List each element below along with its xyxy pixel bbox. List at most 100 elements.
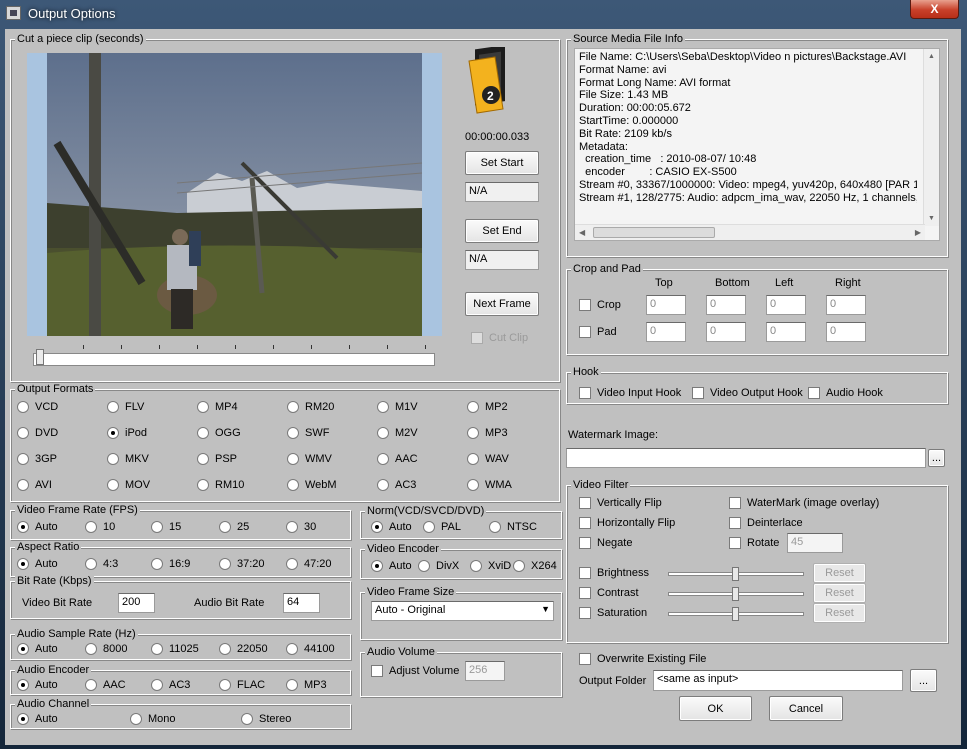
chevron-down-icon[interactable]: ▼ — [541, 604, 550, 614]
norm-radio-auto[interactable]: Auto — [371, 521, 412, 533]
format-radio-wav-dot[interactable] — [467, 453, 479, 465]
format-radio-3gp-dot[interactable] — [17, 453, 29, 465]
format-radio-dvd[interactable]: DVD — [17, 427, 58, 439]
filter-checkbox-vertically-flip-box[interactable] — [579, 497, 591, 509]
audio-channel-radio-mono[interactable]: Mono — [130, 713, 176, 725]
hook-checkbox-video-output-hook-box[interactable] — [692, 387, 704, 399]
cancel-button[interactable]: Cancel — [769, 696, 843, 721]
filter-checkbox-negate[interactable]: Negate — [579, 537, 632, 549]
crop-checkbox-box[interactable] — [579, 299, 591, 311]
format-radio-mp4[interactable]: MP4 — [197, 401, 238, 413]
format-radio-avi[interactable]: AVI — [17, 479, 52, 491]
audio-encoder-radio-mp3-dot[interactable] — [286, 679, 298, 691]
format-radio-m1v[interactable]: M1V — [377, 401, 418, 413]
video-bit-rate-input[interactable]: 200 — [118, 593, 155, 613]
audio-channel-radio-stereo-dot[interactable] — [241, 713, 253, 725]
contrast-checkbox-box[interactable] — [579, 587, 591, 599]
contrast-reset-button[interactable]: Reset — [813, 583, 866, 603]
scroll-left-icon[interactable]: ◀ — [579, 228, 585, 237]
brightness-checkbox[interactable]: Brightness — [579, 567, 649, 579]
format-radio-vcd-dot[interactable] — [17, 401, 29, 413]
filter-checkbox-rotate-box[interactable] — [729, 537, 741, 549]
aspect-ratio-radio-auto-dot[interactable] — [17, 558, 29, 570]
audio-encoder-radio-auto[interactable]: Auto — [17, 679, 58, 691]
audio-encoder-radio-ac3[interactable]: AC3 — [151, 679, 190, 691]
sample-rate-radio-11025-dot[interactable] — [151, 643, 163, 655]
format-radio-rm20-dot[interactable] — [287, 401, 299, 413]
pad-checkbox-box[interactable] — [579, 326, 591, 338]
audio-encoder-radio-aac-dot[interactable] — [85, 679, 97, 691]
format-radio-wmv[interactable]: WMV — [287, 453, 332, 465]
cut-clip-checkbox[interactable]: Cut Clip — [471, 332, 528, 344]
video-encoder-radio-auto[interactable]: Auto — [371, 560, 412, 572]
source-info-vscrollbar[interactable]: ▲ ▼ — [923, 49, 939, 226]
video-encoder-radio-x264[interactable]: X264 — [513, 560, 557, 572]
watermark-browse-button[interactable]: ... — [928, 449, 945, 467]
format-radio-m2v-dot[interactable] — [377, 427, 389, 439]
adjust-volume-box[interactable] — [371, 665, 383, 677]
format-radio-mp3[interactable]: MP3 — [467, 427, 508, 439]
crop-checkbox[interactable]: Crop — [579, 299, 621, 311]
format-radio-mp4-dot[interactable] — [197, 401, 209, 413]
cut-clip-box[interactable] — [471, 332, 483, 344]
format-radio-flv[interactable]: FLV — [107, 401, 144, 413]
crop-bottom-input[interactable]: 0 — [706, 295, 746, 315]
crop-top-input[interactable]: 0 — [646, 295, 686, 315]
format-radio-webm-dot[interactable] — [287, 479, 299, 491]
next-frame-button[interactable]: Next Frame — [465, 292, 539, 316]
hook-checkbox-video-input-hook-box[interactable] — [579, 387, 591, 399]
video-encoder-radio-divx-dot[interactable] — [418, 560, 430, 572]
audio-encoder-radio-flac-dot[interactable] — [219, 679, 231, 691]
pad-left-input[interactable]: 0 — [766, 322, 806, 342]
format-radio-vcd[interactable]: VCD — [17, 401, 58, 413]
aspect-ratio-radio-37-20[interactable]: 37:20 — [219, 558, 265, 570]
audio-encoder-radio-aac[interactable]: AAC — [85, 679, 126, 691]
frame-rate-radio-15[interactable]: 15 — [151, 521, 181, 533]
format-radio-swf-dot[interactable] — [287, 427, 299, 439]
audio-channel-radio-mono-dot[interactable] — [130, 713, 142, 725]
format-radio-aac-dot[interactable] — [377, 453, 389, 465]
frame-rate-radio-25-dot[interactable] — [219, 521, 231, 533]
format-radio-rm20[interactable]: RM20 — [287, 401, 334, 413]
hook-checkbox-video-input-hook[interactable]: Video Input Hook — [579, 387, 681, 399]
sample-rate-radio-44100[interactable]: 44100 — [286, 643, 335, 655]
format-radio-mov-dot[interactable] — [107, 479, 119, 491]
pad-checkbox[interactable]: Pad — [579, 326, 617, 338]
overwrite-checkbox[interactable]: Overwrite Existing File — [579, 653, 706, 665]
filter-checkbox-horizontally-flip[interactable]: Horizontally Flip — [579, 517, 675, 529]
format-radio-wav[interactable]: WAV — [467, 453, 509, 465]
audio-encoder-radio-flac[interactable]: FLAC — [219, 679, 265, 691]
aspect-ratio-radio-4-3-dot[interactable] — [85, 558, 97, 570]
output-folder-browse-button[interactable]: ... — [910, 669, 937, 692]
format-radio-wma-dot[interactable] — [467, 479, 479, 491]
norm-radio-pal-dot[interactable] — [423, 521, 435, 533]
format-radio-ipod[interactable]: iPod — [107, 427, 147, 439]
frame-rate-radio-auto-dot[interactable] — [17, 521, 29, 533]
format-radio-m2v[interactable]: M2V — [377, 427, 418, 439]
format-radio-mp2[interactable]: MP2 — [467, 401, 508, 413]
brightness-reset-button[interactable]: Reset — [813, 563, 866, 583]
format-radio-ogg-dot[interactable] — [197, 427, 209, 439]
aspect-ratio-radio-37-20-dot[interactable] — [219, 558, 231, 570]
output-folder-input[interactable]: <same as input> — [653, 670, 903, 691]
format-radio-wma[interactable]: WMA — [467, 479, 512, 491]
audio-bit-rate-input[interactable]: 64 — [283, 593, 320, 613]
frame-rate-radio-30-dot[interactable] — [286, 521, 298, 533]
format-radio-ogg[interactable]: OGG — [197, 427, 241, 439]
aspect-ratio-radio-auto[interactable]: Auto — [17, 558, 58, 570]
format-radio-dvd-dot[interactable] — [17, 427, 29, 439]
norm-radio-pal[interactable]: PAL — [423, 521, 461, 533]
set-end-button[interactable]: Set End — [465, 219, 539, 243]
sample-rate-radio-22050[interactable]: 22050 — [219, 643, 268, 655]
aspect-ratio-radio-47-20[interactable]: 47:20 — [286, 558, 332, 570]
scroll-down-icon[interactable]: ▼ — [928, 215, 935, 222]
clip-position-slider[interactable] — [33, 342, 435, 368]
format-radio-mkv[interactable]: MKV — [107, 453, 149, 465]
video-encoder-radio-divx[interactable]: DivX — [418, 560, 459, 572]
frame-rate-radio-auto[interactable]: Auto — [17, 521, 58, 533]
format-radio-mp2-dot[interactable] — [467, 401, 479, 413]
filter-checkbox-watermark-image-overlay-box[interactable] — [729, 497, 741, 509]
hook-checkbox-video-output-hook[interactable]: Video Output Hook — [692, 387, 803, 399]
sample-rate-radio-11025[interactable]: 11025 — [151, 643, 199, 655]
filter-checkbox-negate-box[interactable] — [579, 537, 591, 549]
